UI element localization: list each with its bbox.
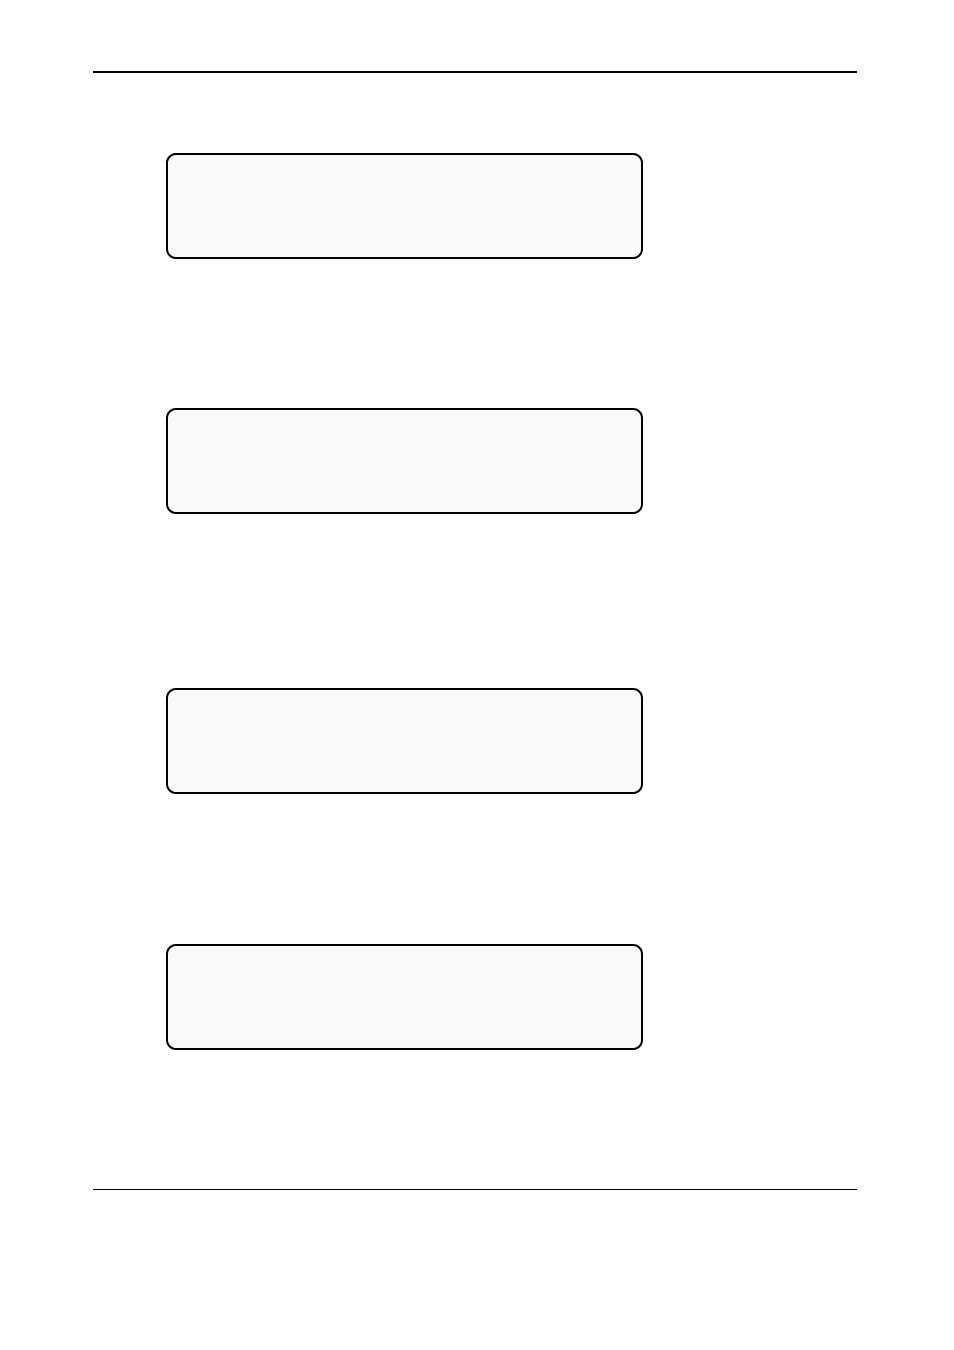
content-box-3 xyxy=(166,688,643,794)
top-horizontal-rule xyxy=(93,71,857,73)
content-box-2 xyxy=(166,408,643,514)
content-box-4 xyxy=(166,944,643,1050)
bottom-horizontal-rule xyxy=(93,1189,857,1190)
content-box-1 xyxy=(166,153,643,259)
